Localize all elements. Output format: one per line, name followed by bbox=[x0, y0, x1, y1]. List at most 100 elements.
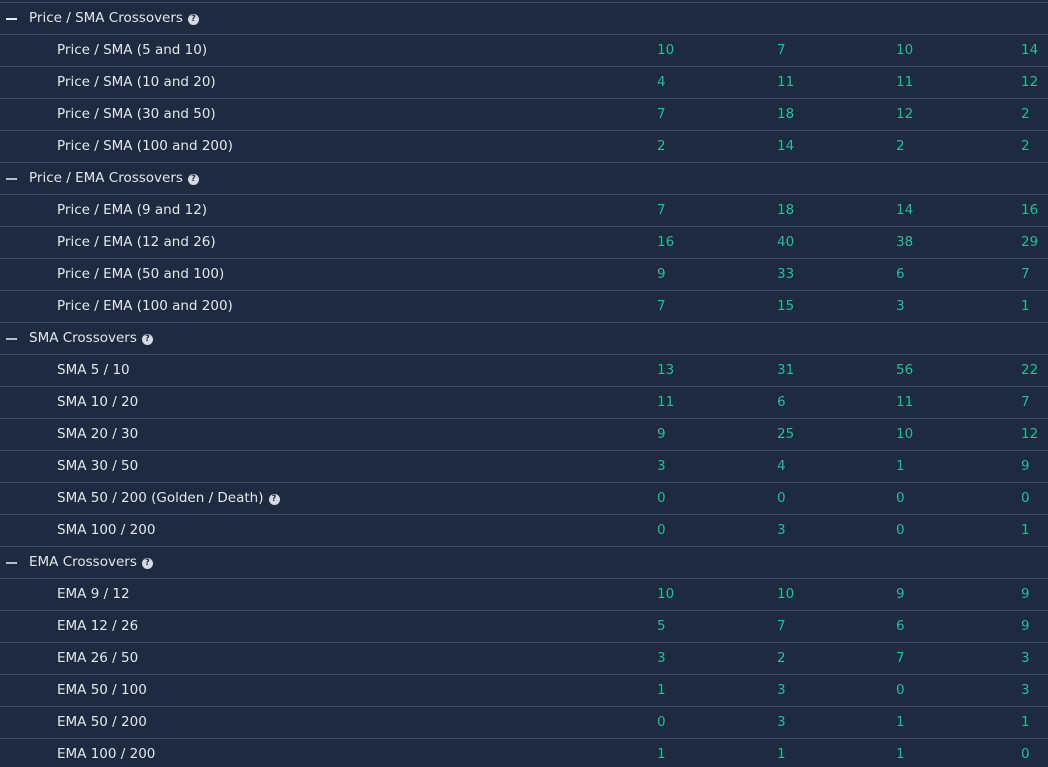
value-cell[interactable]: 11 bbox=[657, 387, 674, 418]
value-cell[interactable]: 2 bbox=[1021, 99, 1030, 130]
group-header-price-ema-crossovers[interactable]: Price / EMA Crossovers? bbox=[0, 163, 1048, 195]
value-cell[interactable]: 3 bbox=[896, 291, 905, 322]
value-cell[interactable]: 0 bbox=[1021, 483, 1030, 514]
value-cell[interactable]: 0 bbox=[657, 707, 666, 738]
value-cell[interactable]: 12 bbox=[896, 99, 913, 130]
value-cell[interactable]: 38 bbox=[896, 227, 913, 258]
help-icon[interactable]: ? bbox=[141, 333, 153, 345]
value-cell[interactable]: 16 bbox=[657, 227, 674, 258]
value-cell[interactable]: 9 bbox=[1021, 451, 1030, 482]
value-cell[interactable]: 3 bbox=[777, 675, 786, 706]
value-cell[interactable]: 6 bbox=[896, 259, 905, 290]
value-cell[interactable]: 0 bbox=[896, 483, 905, 514]
value-cell[interactable]: 9 bbox=[1021, 579, 1030, 610]
collapse-minus-icon[interactable] bbox=[6, 178, 17, 180]
collapse-minus-icon[interactable] bbox=[6, 18, 17, 20]
value-cell[interactable]: 1 bbox=[896, 739, 905, 767]
value-cell[interactable]: 18 bbox=[777, 99, 794, 130]
value-cell[interactable]: 7 bbox=[1021, 259, 1030, 290]
table-row: SMA 100 / 200 0 3 0 1 bbox=[0, 515, 1048, 547]
value-cell[interactable]: 9 bbox=[657, 419, 666, 450]
value-cell[interactable]: 7 bbox=[896, 643, 905, 674]
collapse-minus-icon[interactable] bbox=[6, 562, 17, 564]
value-cell[interactable]: 9 bbox=[1021, 611, 1030, 642]
value-cell[interactable]: 14 bbox=[777, 131, 794, 162]
value-cell[interactable]: 11 bbox=[777, 67, 794, 98]
value-cell[interactable]: 0 bbox=[657, 515, 666, 546]
help-icon[interactable]: ? bbox=[268, 493, 280, 505]
value-cell[interactable]: 14 bbox=[1021, 35, 1038, 66]
value-cell[interactable]: 6 bbox=[896, 611, 905, 642]
value-cell[interactable]: 1 bbox=[1021, 707, 1030, 738]
value-cell[interactable]: 1 bbox=[896, 451, 905, 482]
value-cell[interactable]: 2 bbox=[896, 131, 905, 162]
value-cell[interactable]: 7 bbox=[657, 291, 666, 322]
value-cell[interactable]: 1 bbox=[896, 707, 905, 738]
group-header-price-sma-crossovers[interactable]: Price / SMA Crossovers? bbox=[0, 3, 1048, 35]
row-label-text: Price / SMA (5 and 10) bbox=[57, 42, 208, 58]
value-cell[interactable]: 14 bbox=[896, 195, 913, 226]
value-cell[interactable]: 10 bbox=[896, 419, 913, 450]
value-cell[interactable]: 9 bbox=[896, 579, 905, 610]
value-cell[interactable]: 10 bbox=[896, 35, 913, 66]
value-cell[interactable]: 7 bbox=[777, 611, 786, 642]
value-cell[interactable]: 1 bbox=[657, 739, 666, 767]
value-cell[interactable]: 3 bbox=[1021, 643, 1030, 674]
value-cell[interactable]: 12 bbox=[1021, 419, 1038, 450]
value-cell[interactable]: 11 bbox=[896, 387, 913, 418]
value-cell[interactable]: 10 bbox=[657, 35, 674, 66]
value-cell[interactable]: 3 bbox=[657, 643, 666, 674]
value-cell[interactable]: 3 bbox=[777, 515, 786, 546]
value-cell[interactable]: 11 bbox=[896, 67, 913, 98]
group-header-sma-crossovers[interactable]: SMA Crossovers? bbox=[0, 323, 1048, 355]
value-cell[interactable]: 22 bbox=[1021, 355, 1038, 386]
value-cell[interactable]: 1 bbox=[1021, 515, 1030, 546]
value-cell[interactable]: 7 bbox=[657, 195, 666, 226]
value-cell[interactable]: 13 bbox=[657, 355, 674, 386]
value-cell[interactable]: 3 bbox=[777, 707, 786, 738]
value-cell[interactable]: 1 bbox=[1021, 291, 1030, 322]
value-cell[interactable]: 4 bbox=[657, 67, 666, 98]
collapse-minus-icon[interactable] bbox=[6, 338, 17, 340]
row-label: Price / EMA (100 and 200) bbox=[57, 291, 233, 322]
value-cell[interactable]: 2 bbox=[657, 131, 666, 162]
help-icon[interactable]: ? bbox=[141, 557, 153, 569]
table-row: SMA 10 / 20 11 6 11 7 bbox=[0, 387, 1048, 419]
row-label-text: SMA 20 / 30 bbox=[57, 426, 139, 442]
value-cell[interactable]: 0 bbox=[1021, 739, 1030, 767]
value-cell[interactable]: 7 bbox=[777, 35, 786, 66]
value-cell[interactable]: 33 bbox=[777, 259, 794, 290]
value-cell[interactable]: 2 bbox=[777, 643, 786, 674]
value-cell[interactable]: 18 bbox=[777, 195, 794, 226]
value-cell[interactable]: 5 bbox=[657, 611, 666, 642]
value-cell[interactable]: 7 bbox=[657, 99, 666, 130]
value-cell[interactable]: 0 bbox=[896, 515, 905, 546]
value-cell[interactable]: 1 bbox=[777, 739, 786, 767]
value-cell[interactable]: 3 bbox=[657, 451, 666, 482]
value-cell[interactable]: 6 bbox=[777, 387, 786, 418]
value-cell[interactable]: 15 bbox=[777, 291, 794, 322]
value-cell[interactable]: 40 bbox=[777, 227, 794, 258]
value-cell[interactable]: 1 bbox=[657, 675, 666, 706]
group-title: EMA Crossovers? bbox=[29, 547, 153, 578]
help-icon[interactable]: ? bbox=[187, 13, 199, 25]
help-icon[interactable]: ? bbox=[187, 173, 199, 185]
value-cell[interactable]: 56 bbox=[896, 355, 913, 386]
value-cell[interactable]: 16 bbox=[1021, 195, 1038, 226]
value-cell[interactable]: 3 bbox=[1021, 675, 1030, 706]
value-cell[interactable]: 7 bbox=[1021, 387, 1030, 418]
value-cell[interactable]: 0 bbox=[657, 483, 666, 514]
value-cell[interactable]: 10 bbox=[777, 579, 794, 610]
row-label: Price / SMA (10 and 20) bbox=[57, 67, 216, 98]
value-cell[interactable]: 2 bbox=[1021, 131, 1030, 162]
group-header-ema-crossovers[interactable]: EMA Crossovers? bbox=[0, 547, 1048, 579]
value-cell[interactable]: 29 bbox=[1021, 227, 1038, 258]
value-cell[interactable]: 9 bbox=[657, 259, 666, 290]
value-cell[interactable]: 31 bbox=[777, 355, 794, 386]
value-cell[interactable]: 12 bbox=[1021, 67, 1038, 98]
value-cell[interactable]: 4 bbox=[777, 451, 786, 482]
value-cell[interactable]: 0 bbox=[777, 483, 786, 514]
value-cell[interactable]: 25 bbox=[777, 419, 794, 450]
value-cell[interactable]: 10 bbox=[657, 579, 674, 610]
value-cell[interactable]: 0 bbox=[896, 675, 905, 706]
